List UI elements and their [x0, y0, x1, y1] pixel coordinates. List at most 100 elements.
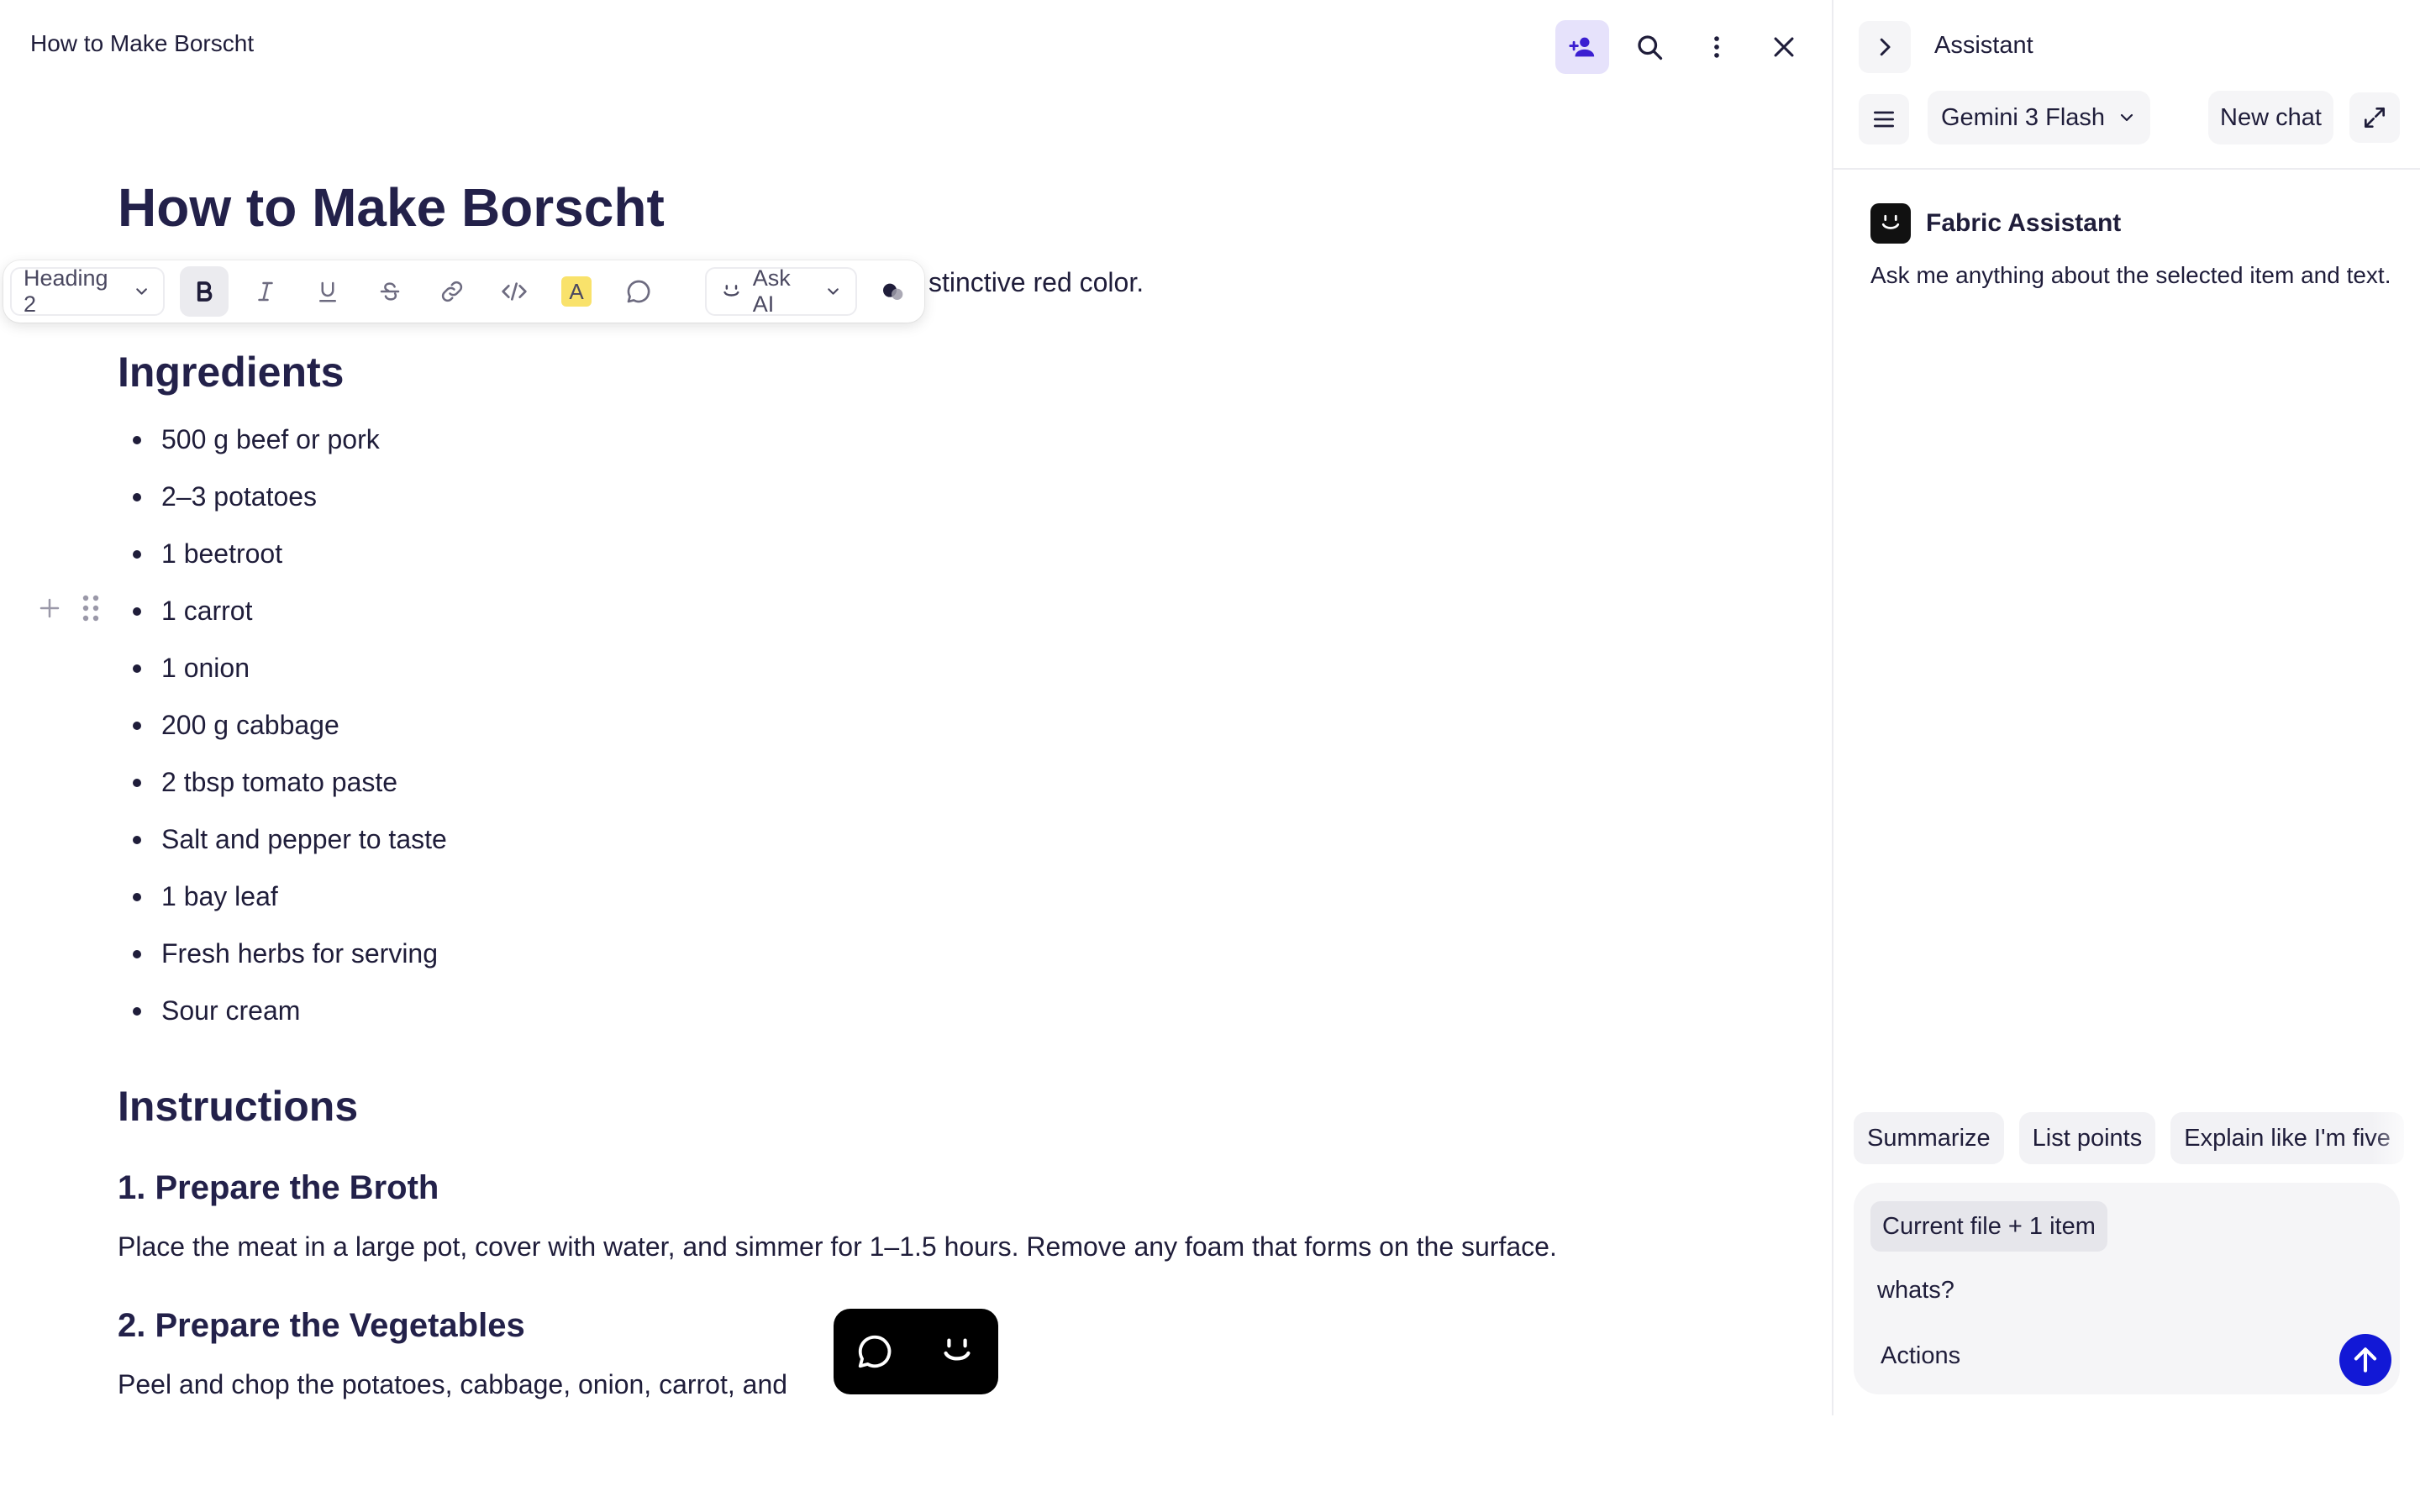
bullet-icon: [133, 779, 141, 787]
suggestion-chip[interactable]: Summarize: [1854, 1112, 2004, 1164]
chat-history-button[interactable]: [1859, 94, 1909, 144]
share-button[interactable]: [1555, 20, 1609, 74]
list-item[interactable]: Salt and pepper to taste: [133, 818, 447, 875]
more-options-button[interactable]: [1690, 20, 1744, 74]
chevron-down-icon: [2120, 113, 2133, 122]
italic-button[interactable]: [242, 266, 291, 317]
step-paragraph[interactable]: Peel and chop the potatoes, cabbage, oni…: [118, 1369, 787, 1400]
list-item-text: 2–3 potatoes: [161, 481, 318, 512]
window-title: How to Make Borscht: [30, 30, 255, 56]
bullet-icon: [133, 550, 141, 559]
ingredients-list: 500 g beef or pork 2–3 potatoes 1 beetroot…: [133, 418, 447, 1047]
highlight-letter: A: [569, 278, 584, 304]
strikethrough-icon: [381, 282, 400, 301]
highlight-button[interactable]: A: [552, 266, 601, 317]
bullet-icon: [133, 1007, 141, 1016]
chat-composer: Current file + 1 item whats? Actions: [1854, 1183, 2400, 1394]
bullet-icon: [133, 722, 141, 730]
ingredients-heading[interactable]: Ingredients: [118, 348, 344, 396]
code-icon: [502, 282, 527, 301]
block-type-select[interactable]: Heading 2: [10, 265, 165, 317]
list-item-text: 1 beetroot: [161, 538, 283, 569]
new-chat-button[interactable]: New chat: [2208, 91, 2333, 144]
send-button[interactable]: [2339, 1334, 2391, 1386]
assistant-sender: Fabric Assistant: [1870, 203, 2121, 244]
block-handle: [37, 593, 101, 623]
expand-icon: [2365, 108, 2385, 128]
context-chip[interactable]: Current file + 1 item: [1870, 1201, 2107, 1252]
block-type-label: Heading 2: [24, 265, 108, 317]
list-item[interactable]: 1 carrot: [133, 590, 447, 647]
close-icon: [1774, 37, 1794, 57]
list-item-text: Salt and pepper to taste: [161, 824, 447, 854]
assistant-header: Assistant Gemini 3 Flash New chat: [1833, 0, 2420, 170]
link-icon: [442, 281, 463, 302]
step-paragraph[interactable]: Place the meat in a large pot, cover wit…: [118, 1231, 1557, 1263]
sender-name: Fabric Assistant: [1926, 209, 2122, 237]
assistant-panel: Assistant Gemini 3 Flash New chat Fabric…: [1833, 0, 2420, 1415]
instructions-heading[interactable]: Instructions: [118, 1082, 358, 1131]
model-select[interactable]: Gemini 3 Flash: [1928, 91, 2151, 144]
list-item-text: 200 g cabbage: [161, 710, 339, 740]
ai-face-icon: [944, 1338, 971, 1361]
ai-face-icon: [1881, 214, 1900, 229]
bullet-icon: [133, 836, 141, 844]
comment-button[interactable]: [614, 266, 663, 317]
ask-ai-button[interactable]: Ask AI: [704, 265, 858, 317]
model-label: Gemini 3 Flash: [1941, 103, 2106, 131]
code-button[interactable]: [490, 266, 539, 317]
document-pane: How to Make Borscht How to Make Borscht …: [0, 0, 1832, 1415]
chevron-down-icon: [136, 288, 148, 295]
chips-fade: [2371, 1109, 2420, 1168]
assistant-message: Ask me anything about the selected item …: [1870, 262, 2391, 288]
chat-input[interactable]: whats?: [1877, 1277, 1954, 1305]
underline-button[interactable]: [303, 266, 352, 317]
list-item-text: 1 carrot: [161, 596, 253, 626]
list-item[interactable]: 2–3 potatoes: [133, 475, 447, 533]
collapse-panel-button[interactable]: [1859, 21, 1911, 73]
step-heading[interactable]: 1. Prepare the Broth: [118, 1169, 439, 1207]
highlight-icon: A: [561, 276, 592, 307]
link-button[interactable]: [428, 266, 476, 317]
step-heading[interactable]: 2. Prepare the Vegetables: [118, 1307, 525, 1345]
list-item[interactable]: 200 g cabbage: [133, 704, 447, 761]
list-item[interactable]: 2 tbsp tomato paste: [133, 761, 447, 818]
comment-floating-button[interactable]: [855, 1332, 894, 1371]
list-item[interactable]: 1 onion: [133, 647, 447, 704]
intro-paragraph[interactable]: stinctive red color.: [929, 267, 1144, 298]
list-item[interactable]: Fresh herbs for serving: [133, 932, 447, 990]
bullet-icon: [133, 607, 141, 616]
list-item[interactable]: 1 bay leaf: [133, 875, 447, 932]
drag-handle-icon[interactable]: [81, 593, 101, 623]
assistant-title: Assistant: [1934, 32, 2033, 59]
list-item[interactable]: Sour cream: [133, 990, 447, 1047]
actions-button[interactable]: Actions: [1881, 1342, 1960, 1370]
list-item[interactable]: 1 beetroot: [133, 533, 447, 590]
strikethrough-button[interactable]: [366, 266, 414, 317]
suggestion-chip[interactable]: List points: [2018, 1112, 2156, 1164]
ai-face-icon: [723, 285, 739, 297]
list-item[interactable]: 500 g beef or pork: [133, 418, 447, 475]
floating-action-bar: [834, 1309, 998, 1394]
text-color-button[interactable]: [869, 266, 918, 317]
formatting-toolbar: Heading 2 A Ask AI: [3, 260, 924, 323]
search-icon: [1638, 35, 1663, 60]
search-button[interactable]: [1623, 20, 1676, 74]
chevron-right-icon: [1880, 38, 1891, 56]
add-block-icon[interactable]: [37, 596, 62, 621]
top-toolbar: [1555, 20, 1811, 74]
list-item-text: 1 onion: [161, 653, 250, 683]
ai-floating-button[interactable]: [938, 1332, 976, 1371]
add-person-icon: [1569, 37, 1595, 57]
list-item-text: Sour cream: [161, 995, 301, 1026]
more-vertical-icon: [1714, 36, 1719, 58]
list-item-text: 2 tbsp tomato paste: [161, 767, 398, 797]
chevron-down-icon: [828, 288, 839, 295]
ask-ai-label: Ask AI: [752, 265, 791, 317]
expand-button[interactable]: [2349, 92, 2400, 143]
suggestion-chip[interactable]: Explain like I'm five: [2170, 1112, 2404, 1164]
bullet-icon: [133, 950, 141, 958]
document-title[interactable]: How to Make Borscht: [118, 176, 665, 239]
close-button[interactable]: [1757, 20, 1811, 74]
bold-button[interactable]: [179, 266, 229, 317]
